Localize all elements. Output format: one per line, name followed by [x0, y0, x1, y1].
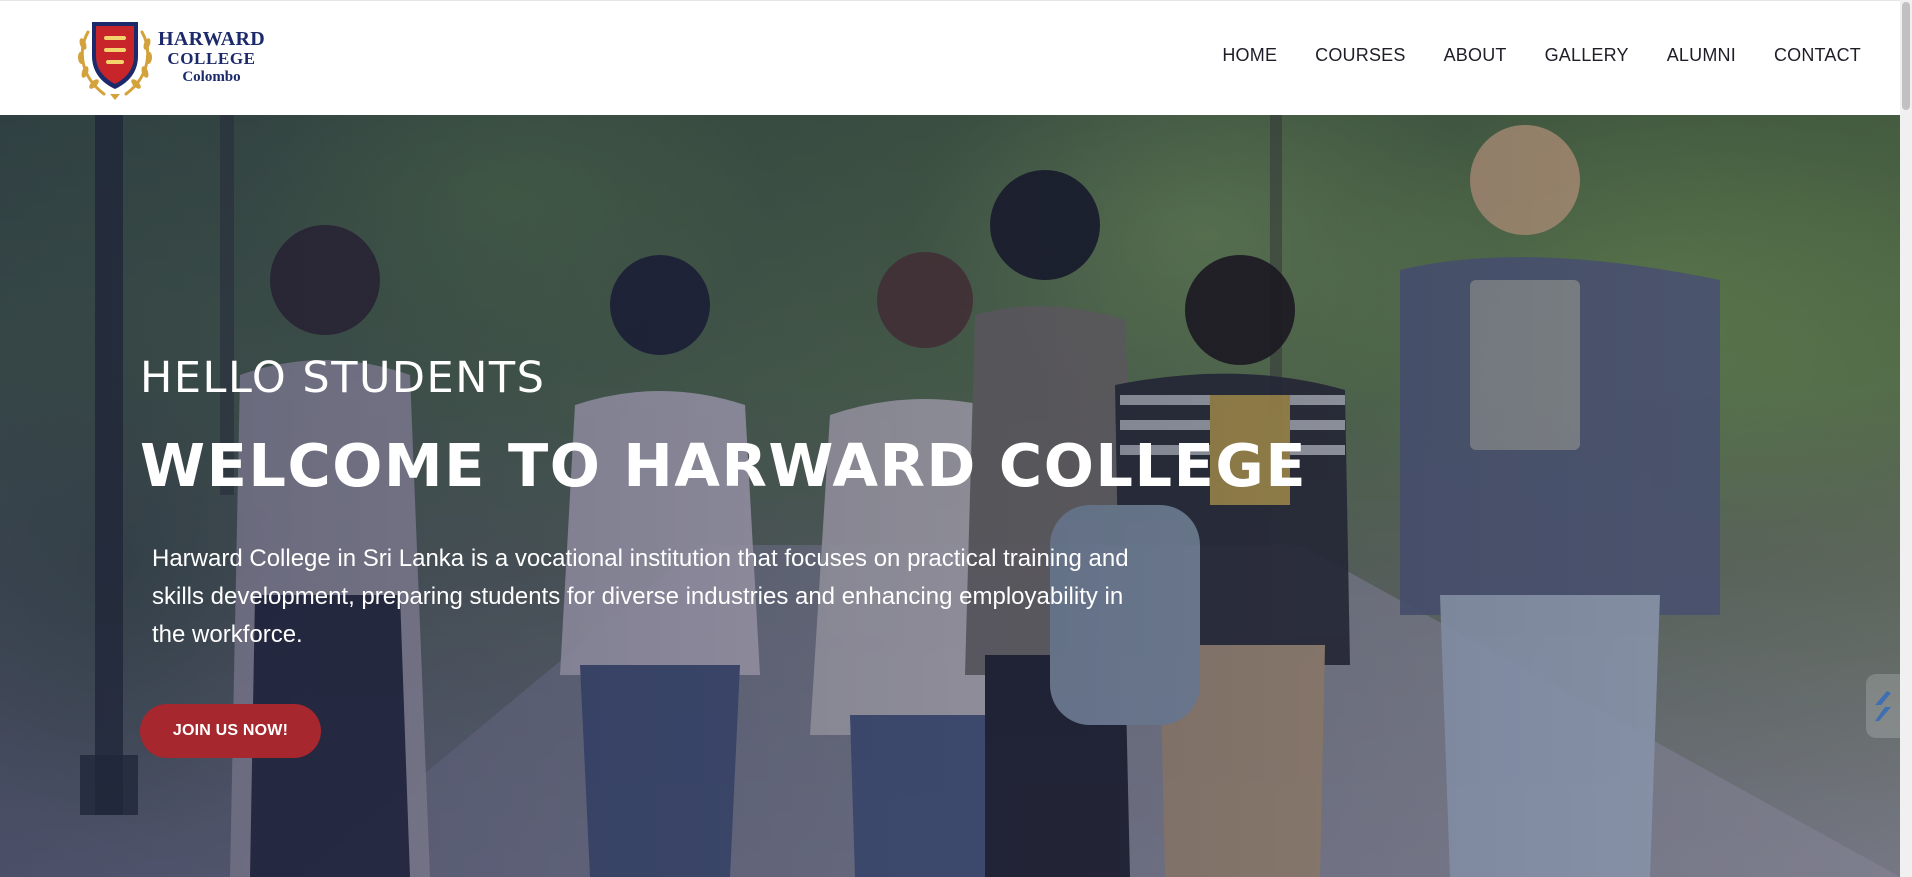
nav-gallery[interactable]: GALLERY	[1545, 45, 1629, 66]
nav-home[interactable]: HOME	[1222, 45, 1277, 66]
logo-wordmark: HARWARD COLLEGE Colombo	[158, 27, 265, 86]
crest-icon	[77, 22, 153, 100]
hero-eyebrow: HELLO STUDENTS	[140, 353, 546, 403]
logo-text-college: COLLEGE	[167, 48, 256, 68]
site-header: HARWARD COLLEGE Colombo HOME COURSES ABO…	[0, 0, 1900, 115]
slash-logo-icon	[1875, 691, 1891, 721]
hero-title: WELCOME TO HARWARD COLLEGE	[140, 431, 1308, 500]
page-scrollbar[interactable]	[1900, 0, 1912, 877]
floating-side-widget[interactable]	[1866, 674, 1900, 738]
college-logo[interactable]: HARWARD COLLEGE Colombo	[74, 14, 265, 100]
join-us-button[interactable]: JOIN US NOW!	[140, 704, 321, 758]
scrollbar-thumb[interactable]	[1902, 2, 1910, 110]
hero-description: Harward College in Sri Lanka is a vocati…	[152, 545, 1129, 648]
logo-text-colombo: Colombo	[182, 68, 241, 85]
logo-text-harward: HARWARD	[158, 27, 265, 50]
nav-contact[interactable]: CONTACT	[1774, 45, 1861, 66]
hero-section: HELLO STUDENTS WELCOME TO HARWARD COLLEG…	[0, 115, 1900, 877]
nav-courses[interactable]: COURSES	[1315, 45, 1405, 66]
nav-alumni[interactable]: ALUMNI	[1667, 45, 1736, 66]
main-nav: HOME COURSES ABOUT GALLERY ALUMNI CONTAC…	[1222, 45, 1861, 66]
nav-about[interactable]: ABOUT	[1444, 45, 1507, 66]
